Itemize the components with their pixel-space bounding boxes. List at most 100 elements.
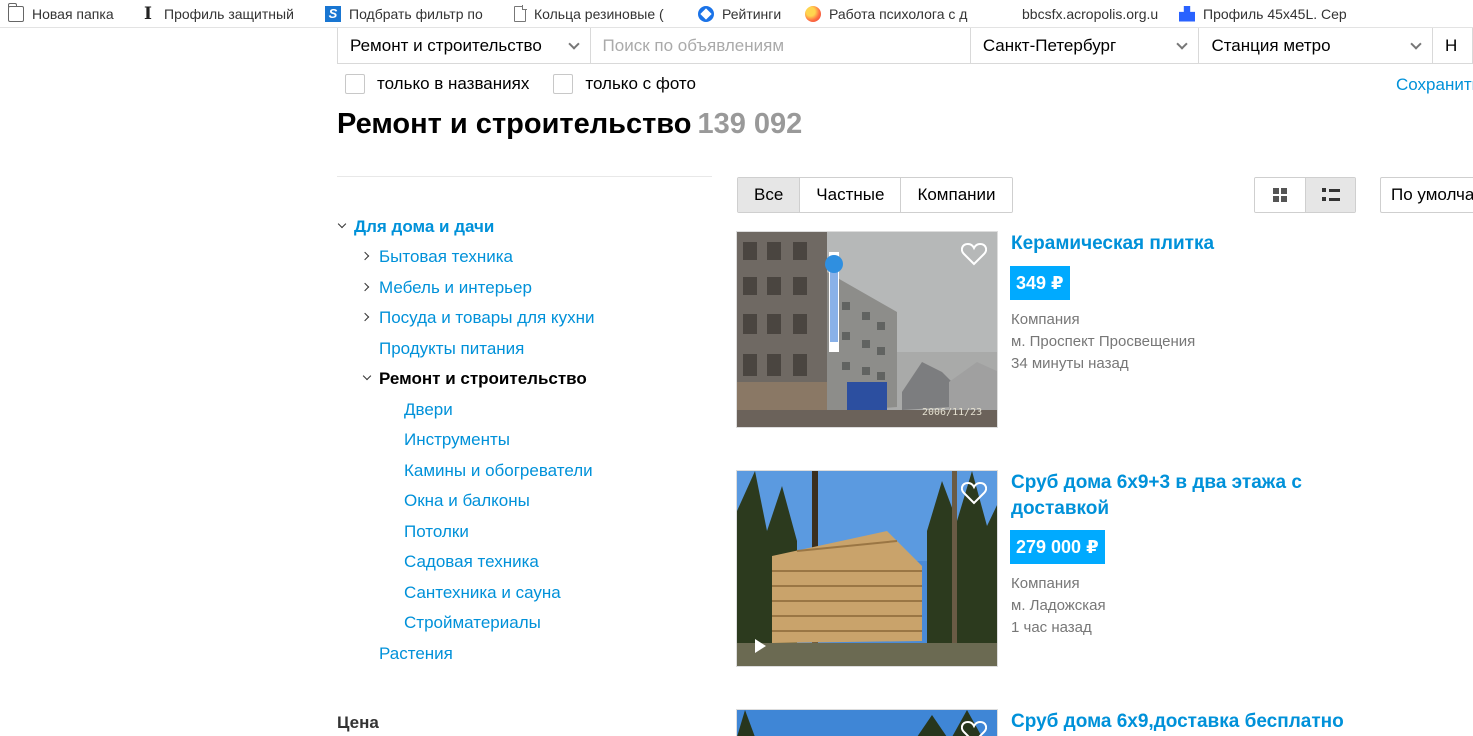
search-bar: Ремонт и строительство Поиск по объявлен… — [337, 28, 1473, 64]
document-icon — [514, 5, 527, 22]
price-filter-label: Цена — [337, 713, 379, 732]
bookmark-profile-protective[interactable]: I Профиль защитный — [140, 0, 325, 27]
listing-seller-type: Компания — [1011, 311, 1080, 328]
sidebar-item-kitchenware[interactable]: Посуда и товары для кухни — [379, 308, 594, 328]
sidebar-item-food[interactable]: Продукты питания — [379, 339, 524, 359]
metro-select-value: Станция метро — [1211, 35, 1331, 55]
with-photo-checkbox[interactable] — [553, 74, 574, 94]
ratings-icon — [698, 5, 714, 22]
listing-price: 279 000 ₽ — [1010, 530, 1105, 564]
grid-view-button[interactable] — [1255, 178, 1305, 212]
listing-time: 34 минуты назад — [1011, 355, 1129, 372]
bookmark-label: Профиль 45х45L. Сер — [1203, 5, 1347, 22]
listing-price: 349 ₽ — [1010, 266, 1070, 300]
sidebar-subitem-doors[interactable]: Двери — [404, 400, 453, 420]
sidebar-item-furniture[interactable]: Мебель и интерьер — [379, 278, 532, 298]
search-input[interactable]: Поиск по объявлениям — [591, 28, 971, 63]
bookmark-label: Кольца резиновые ( — [534, 5, 664, 22]
save-search-link[interactable]: Сохранить — [1396, 75, 1473, 95]
bookmark-rubber-rings[interactable]: Кольца резиновые ( — [512, 0, 698, 27]
sidebar-item-home-garden[interactable]: Для дома и дачи — [354, 217, 494, 237]
view-toggle — [1254, 177, 1356, 213]
listing-seller-type: Компания — [1011, 575, 1080, 592]
listing-metro: м. Ладожская — [1011, 597, 1106, 614]
sort-select[interactable]: По умолча — [1380, 177, 1473, 213]
favorite-heart-icon[interactable] — [961, 242, 987, 266]
listing-time: 1 час назад — [1011, 619, 1092, 636]
metro-select[interactable]: Станция метро — [1199, 28, 1434, 63]
listing-photo[interactable]: 2006/11/23 — [736, 231, 998, 428]
ball-icon — [805, 5, 821, 22]
radius-select-value: Н — [1445, 35, 1458, 55]
list-icon — [1321, 188, 1340, 202]
titles-only-filter[interactable]: только в названиях — [345, 74, 529, 94]
sidebar-subitem-plumbing[interactable]: Сантехника и сауна — [404, 583, 561, 603]
city-select-value: Санкт-Петербург — [982, 35, 1117, 55]
chevron-down-icon — [1176, 38, 1189, 50]
city-select[interactable]: Санкт-Петербург — [971, 28, 1200, 63]
i-beam-icon: I — [144, 3, 152, 24]
folder-icon — [8, 2, 24, 22]
listing-title[interactable]: Сруб дома 6х9+3 в два этажа с доставкой — [1011, 470, 1351, 522]
chevron-right-icon — [360, 312, 370, 322]
radius-select[interactable]: Н — [1433, 28, 1472, 63]
bookmarks-bar: Новая папка I Профиль защитный S Подбрат… — [0, 0, 1473, 28]
sidebar-subitem-windows[interactable]: Окна и балконы — [404, 491, 530, 511]
bookmark-label: Новая папка — [32, 5, 114, 22]
favorite-heart-icon[interactable] — [961, 720, 987, 736]
chevron-down-icon — [362, 371, 372, 381]
sidebar-item-plants[interactable]: Растения — [379, 644, 453, 664]
bookmark-acropolis[interactable]: bbcsfx.acropolis.org.u — [1022, 0, 1179, 27]
listing-photo-image: 2006/11/23 — [737, 232, 997, 427]
tab-all[interactable]: Все — [738, 178, 801, 212]
sidebar-subitem-materials[interactable]: Стройматериалы — [404, 613, 541, 633]
listing-photo[interactable] — [736, 709, 998, 736]
sidebar-subitem-fireplaces[interactable]: Камины и обогреватели — [404, 461, 593, 481]
titles-only-label: только в названиях — [377, 74, 530, 93]
sidebar-subitem-garden-equipment[interactable]: Садовая техника — [404, 552, 539, 572]
with-photo-filter[interactable]: только с фото — [553, 74, 696, 94]
bookmark-label: Рейтинги — [722, 5, 782, 22]
chevron-right-icon — [360, 251, 370, 261]
category-select-value: Ремонт и строительство — [350, 35, 542, 55]
with-photo-label: только с фото — [585, 74, 696, 93]
titles-only-checkbox[interactable] — [345, 74, 365, 94]
results-count: 139 092 — [697, 108, 803, 140]
bookmark-label: Работа психолога с д — [829, 5, 968, 22]
sidebar-item-repair-active[interactable]: Ремонт и строительство — [379, 369, 587, 389]
bookmark-label: Профиль защитный — [164, 5, 294, 22]
bookmark-psychologist[interactable]: Работа психолога с д — [805, 0, 1022, 27]
page-title: Ремонт и строительство 139 092 — [337, 108, 802, 141]
page-title-text: Ремонт и строительство — [337, 108, 692, 140]
bookmark-label: Подбрать фильтр по — [349, 5, 483, 22]
tab-companies[interactable]: Компании — [901, 178, 1012, 212]
chevron-down-icon — [1410, 38, 1422, 50]
listing-title[interactable]: Сруб дома 6х9,доставка бесплатно — [1011, 709, 1451, 735]
favorite-heart-icon[interactable] — [961, 481, 987, 505]
search-input-placeholder: Поиск по объявлениям — [602, 35, 785, 55]
grid-icon — [1273, 188, 1287, 202]
search-filters: только в названиях только с фото — [345, 74, 720, 94]
listing-metro: м. Проспект Просвещения — [1011, 333, 1196, 350]
list-view-button[interactable] — [1305, 178, 1355, 212]
listing-meta: Компания м. Ладожская 1 час назад — [1011, 573, 1106, 639]
bookmark-label: bbcsfx.acropolis.org.u — [1022, 5, 1159, 22]
puzzle-icon — [1179, 5, 1195, 22]
s-logo-icon: S — [325, 5, 341, 22]
sidebar-subitem-ceilings[interactable]: Потолки — [404, 522, 469, 542]
listing-title[interactable]: Керамическая плитка — [1011, 231, 1351, 257]
bookmark-profile-45[interactable]: Профиль 45х45L. Сер — [1179, 0, 1379, 27]
tab-private[interactable]: Частные — [800, 178, 902, 212]
bookmark-filter[interactable]: S Подбрать фильтр по — [325, 0, 512, 27]
bookmark-new-folder[interactable]: Новая папка — [8, 0, 140, 27]
sidebar-divider — [337, 176, 712, 177]
listing-photo[interactable] — [736, 470, 998, 667]
category-select[interactable]: Ремонт и строительство — [338, 28, 591, 63]
sidebar-subitem-tools[interactable]: Инструменты — [404, 430, 510, 450]
chevron-right-icon — [360, 282, 370, 292]
bookmark-ratings[interactable]: Рейтинги — [698, 0, 805, 27]
sidebar-item-appliances[interactable]: Бытовая техника — [379, 247, 513, 267]
listing-photo-image — [737, 471, 997, 666]
chevron-down-icon — [567, 38, 580, 50]
listing-photo-image — [737, 710, 997, 736]
